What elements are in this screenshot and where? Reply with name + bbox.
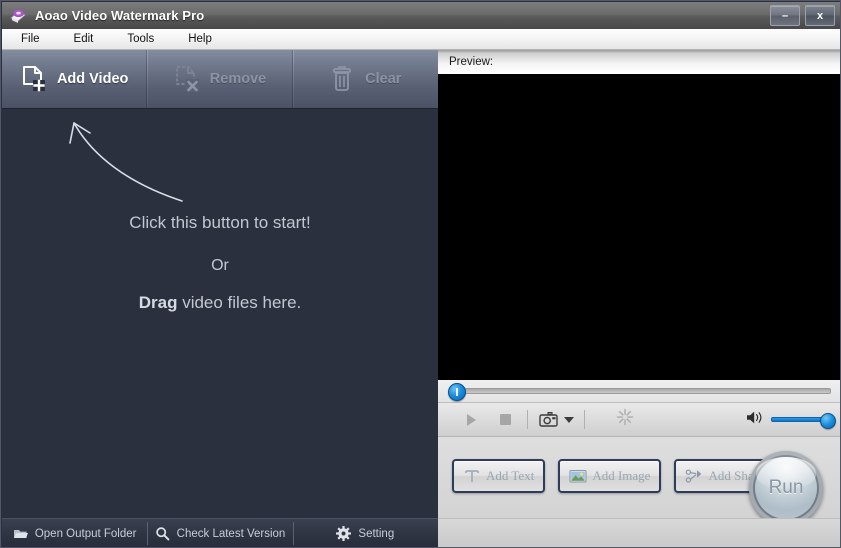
play-button[interactable] (454, 406, 488, 434)
open-output-folder-label: Open Output Folder (34, 527, 137, 540)
seek-handle[interactable] (448, 383, 466, 401)
video-drop-zone[interactable]: Click this button to start! Or Drag vide… (2, 109, 438, 520)
trash-icon (329, 65, 355, 93)
play-icon (466, 413, 476, 426)
remove-video-button[interactable]: Remove (147, 50, 292, 108)
main-toolbar: Add Video Remove Clear (2, 50, 438, 109)
volume-slider-handle[interactable] (820, 413, 836, 429)
picture-icon (569, 468, 587, 484)
drop-zone-drag-word: Drag (138, 293, 178, 312)
drop-zone-drag-rest: video files here. (177, 293, 302, 312)
run-button-label: Run (768, 477, 804, 498)
curved-arrow-icon (69, 122, 183, 202)
right-panel: Preview: Add Text Add Image Add Shape Ru… (438, 50, 840, 547)
shape-icon (685, 468, 703, 484)
effects-button[interactable] (608, 406, 642, 434)
menu-item-help[interactable]: Help (179, 31, 221, 47)
folder-icon (13, 526, 28, 541)
window-title: Aoao Video Watermark Pro (35, 8, 205, 23)
control-divider-2 (584, 410, 585, 429)
stop-icon (499, 414, 511, 425)
preview-label: Preview: (449, 56, 494, 68)
video-preview-area[interactable] (438, 74, 840, 380)
sparkle-icon (616, 408, 634, 431)
text-t-icon (463, 468, 481, 484)
add-text-button[interactable]: Add Text (452, 458, 546, 493)
camera-icon (538, 411, 574, 428)
search-icon (155, 526, 170, 541)
gear-icon (336, 526, 352, 541)
volume-slider-track[interactable] (771, 413, 836, 429)
stop-button[interactable] (488, 406, 522, 434)
menu-item-file[interactable]: File (12, 31, 49, 47)
add-image-button[interactable]: Add Image (558, 458, 662, 493)
preview-header: Preview: (438, 50, 840, 74)
setting-button[interactable]: Setting (292, 519, 438, 547)
minimize-button[interactable]: – (770, 5, 800, 26)
player-controls (438, 403, 840, 437)
drop-zone-line-2: Or (211, 257, 229, 274)
run-button[interactable]: Run (749, 451, 823, 525)
menu-item-edit[interactable]: Edit (65, 31, 103, 47)
application-window: Aoao Video Watermark Pro – x File Edit T… (0, 0, 841, 548)
title-bar: Aoao Video Watermark Pro – x (2, 2, 840, 30)
clear-label: Clear (365, 71, 402, 87)
clear-button[interactable]: Clear (292, 50, 438, 108)
window-controls: – x (770, 5, 835, 26)
right-bottom-strip (438, 518, 840, 547)
add-image-label: Add Image (592, 467, 651, 483)
app-icon (9, 7, 27, 25)
remove-video-label: Remove (209, 71, 267, 87)
snapshot-button[interactable] (533, 406, 579, 434)
menu-item-tools[interactable]: Tools (118, 31, 163, 47)
seek-bar[interactable] (438, 380, 840, 403)
close-button[interactable]: x (805, 5, 835, 26)
volume-control[interactable] (746, 403, 836, 436)
check-latest-version-label: Check Latest Version (176, 527, 286, 540)
menu-bar: File Edit Tools Help (2, 29, 840, 50)
bottom-action-bar: Open Output Folder Check Latest Version (2, 518, 438, 547)
check-latest-version-button[interactable]: Check Latest Version (147, 519, 292, 547)
add-video-icon (21, 65, 47, 93)
open-output-folder-button[interactable]: Open Output Folder (2, 519, 147, 547)
drop-zone-line-1: Click this button to start! (129, 213, 311, 232)
add-video-button[interactable]: Add Video (2, 50, 147, 108)
add-text-label: Add Text (486, 467, 535, 483)
seek-track[interactable] (450, 388, 831, 394)
drop-zone-line-3: Drag video files here. (2, 293, 438, 313)
speaker-icon[interactable] (746, 410, 764, 430)
watermark-tools-row: Add Text Add Image Add Shape Run (438, 437, 840, 525)
add-video-label: Add Video (56, 71, 129, 87)
control-divider-1 (527, 410, 528, 429)
setting-label: Setting (358, 527, 395, 540)
left-panel: Add Video Remove Clear Click this button… (2, 50, 438, 547)
remove-video-icon (174, 65, 200, 93)
chevron-down-icon[interactable] (563, 416, 574, 423)
